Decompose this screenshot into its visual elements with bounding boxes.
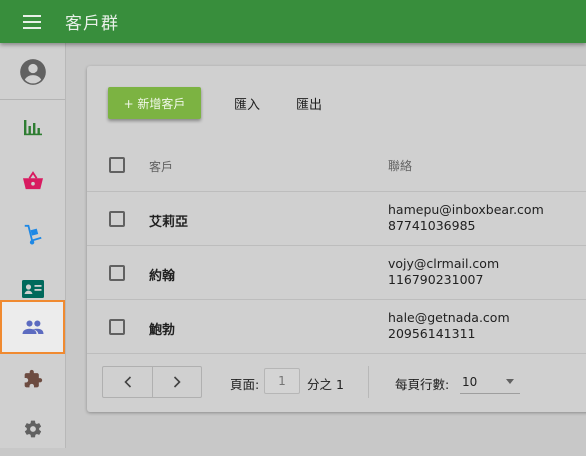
customer-name: 鮑勃	[149, 323, 176, 338]
sidebar	[0, 43, 66, 448]
next-page-button[interactable]	[152, 367, 201, 397]
customer-email: hale@getnada.com	[388, 310, 510, 325]
page-number-input[interactable]	[264, 368, 300, 394]
prev-page-button[interactable]	[103, 367, 152, 397]
table-row[interactable]: 約翰 vojy@clrmail.com 116790231007	[87, 246, 586, 300]
chevron-right-icon	[173, 376, 181, 388]
rows-per-page-value: 10	[462, 374, 478, 389]
rows-per-page-label: 每頁行數:	[395, 377, 450, 392]
row-checkbox[interactable]	[109, 211, 125, 227]
add-customer-button[interactable]: + 新增客戶	[108, 87, 201, 119]
customer-contact: vojy@clrmail.com 116790231007	[388, 256, 499, 288]
hamburger-menu-icon	[23, 14, 41, 29]
pager-divider	[368, 366, 369, 398]
select-all-checkbox[interactable]	[109, 157, 125, 173]
row-checkbox[interactable]	[109, 319, 125, 335]
customer-contact: hale@getnada.com 20956141311	[388, 310, 510, 342]
hand-truck-icon	[24, 224, 42, 245]
gear-icon	[24, 420, 41, 438]
table-header: 客戶 聯絡	[87, 138, 586, 192]
customer-name: 艾莉亞	[149, 215, 189, 230]
menu-button[interactable]	[0, 0, 64, 43]
chevron-left-icon	[123, 376, 131, 388]
page-title: 客戶群	[65, 14, 119, 34]
account-circle-icon	[19, 59, 46, 85]
customer-name: 約翰	[149, 269, 176, 284]
customer-phone: 87741036985	[388, 218, 476, 233]
sidebar-item-account[interactable]	[0, 45, 65, 100]
customer-contact: hamepu@inboxbear.com 87741036985	[388, 202, 544, 234]
caret-down-icon	[506, 379, 514, 384]
contact-card-icon	[21, 280, 44, 298]
puzzle-icon	[24, 369, 42, 388]
column-header-customer[interactable]: 客戶	[149, 158, 173, 175]
app-bar: 客戶群	[0, 0, 586, 43]
sidebar-item-extensions[interactable]	[0, 352, 65, 406]
page-label: 頁面:	[230, 377, 260, 392]
sidebar-item-products[interactable]	[0, 208, 65, 262]
pagination: 頁面: 分之 1 每頁行數: 10	[102, 366, 582, 398]
sidebar-item-customers[interactable]	[0, 300, 65, 354]
customer-email: vojy@clrmail.com	[388, 256, 500, 271]
rows-per-page-select[interactable]: 10	[460, 370, 520, 394]
sidebar-item-orders[interactable]	[0, 154, 65, 208]
export-button[interactable]: 匯出	[296, 87, 322, 119]
pager-nav	[102, 366, 202, 398]
customer-phone: 116790231007	[388, 272, 484, 287]
shopping-basket-icon	[22, 171, 43, 190]
customer-email: hamepu@inboxbear.com	[388, 202, 544, 217]
table-row[interactable]: 艾莉亞 hamepu@inboxbear.com 87741036985	[87, 192, 586, 246]
customers-card: + 新增客戶 匯入 匯出 客戶 聯絡 艾莉亞 hamepu@inboxbear.…	[87, 66, 586, 412]
page-total: 分之 1	[307, 377, 344, 392]
column-header-contact[interactable]: 聯絡	[388, 158, 412, 174]
toolbar: + 新增客戶 匯入 匯出	[87, 66, 586, 136]
bar-chart-icon	[23, 120, 42, 136]
row-checkbox[interactable]	[109, 265, 125, 281]
sidebar-item-dashboard[interactable]	[0, 100, 65, 154]
customer-phone: 20956141311	[388, 326, 476, 341]
people-icon	[22, 320, 43, 334]
import-button[interactable]: 匯入	[234, 87, 260, 119]
table-row[interactable]: 鮑勃 hale@getnada.com 20956141311	[87, 300, 586, 354]
